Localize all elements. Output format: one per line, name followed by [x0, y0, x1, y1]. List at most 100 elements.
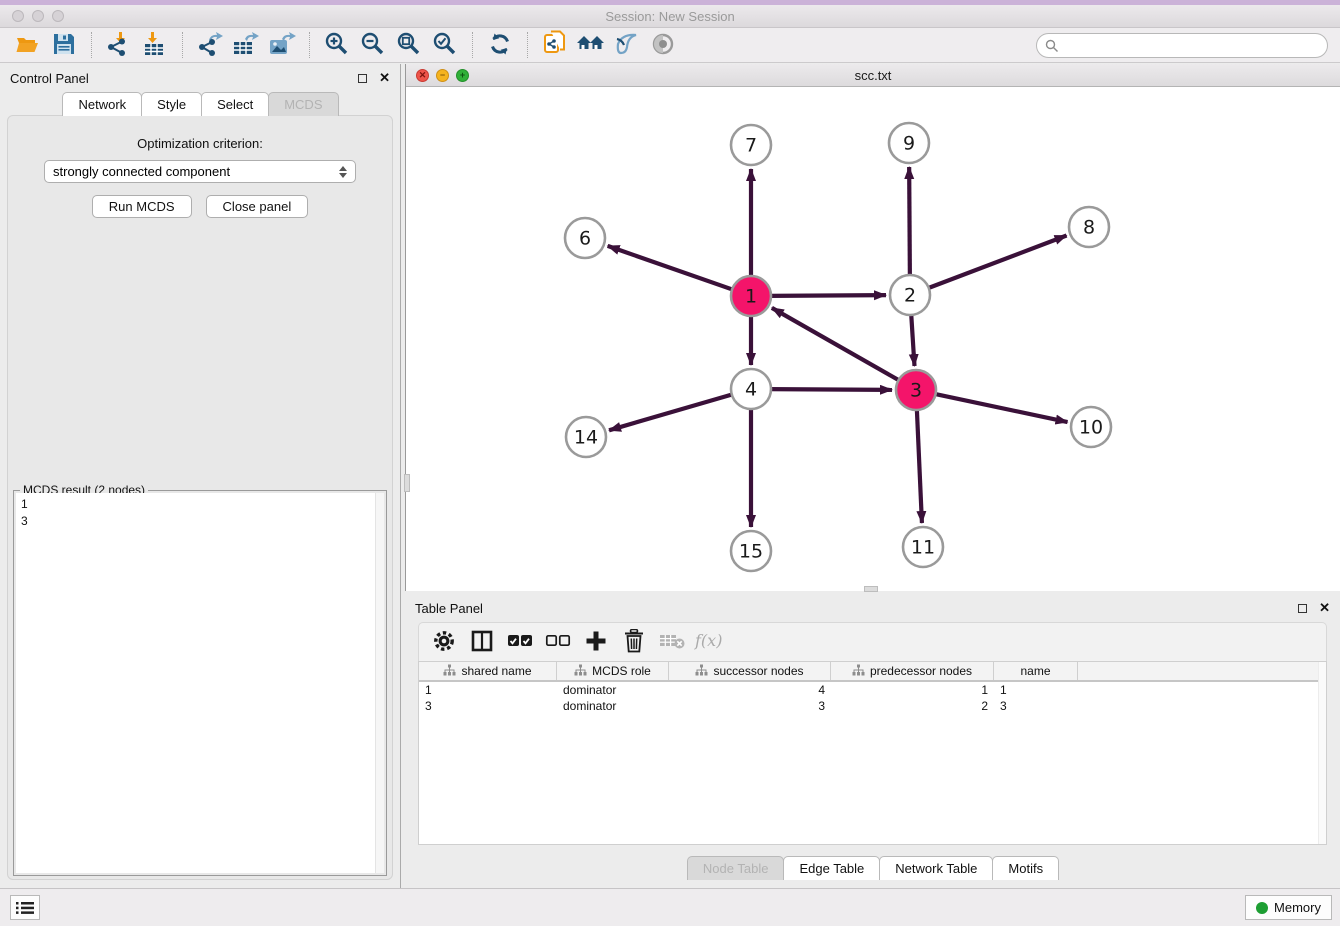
tab-mcds[interactable]: MCDS	[268, 92, 338, 116]
search-icon	[1045, 39, 1059, 53]
memory-button[interactable]: Memory	[1245, 895, 1332, 920]
network-close-button[interactable]: ✕	[416, 69, 429, 82]
tab-node-table[interactable]: Node Table	[687, 856, 785, 880]
edge-3-11[interactable]	[917, 408, 922, 523]
column-label: name	[1020, 664, 1050, 678]
node-15[interactable]: 15	[731, 531, 771, 571]
cell-predecessor-nodes[interactable]: 1	[831, 682, 994, 698]
cell-name[interactable]: 1	[994, 682, 1078, 698]
cell-shared-name[interactable]: 3	[419, 698, 557, 714]
node-14[interactable]: 14	[566, 417, 606, 457]
cell-successor-nodes[interactable]: 3	[669, 698, 831, 714]
node-2[interactable]: 2	[890, 275, 930, 315]
save-session-button[interactable]	[46, 30, 82, 60]
deselect-all-button[interactable]	[541, 627, 575, 657]
edge-4-3[interactable]	[769, 389, 892, 390]
mcds-result-text[interactable]: 1 3	[16, 493, 384, 873]
create-column-button[interactable]	[579, 627, 613, 657]
unchecked-boxes-icon	[545, 634, 571, 651]
search-box[interactable]	[1036, 33, 1328, 58]
export-network-button[interactable]	[192, 30, 228, 60]
zoom-fit-button[interactable]	[391, 30, 427, 60]
cell-MCDS-role[interactable]: dominator	[557, 698, 669, 714]
import-network-button[interactable]	[101, 30, 137, 60]
export-table-button[interactable]	[228, 30, 264, 60]
network-minimize-button[interactable]: −	[436, 69, 449, 82]
export-image-button[interactable]	[264, 30, 300, 60]
float-panel-icon[interactable]	[358, 74, 367, 83]
node-table: shared name MCDS role successor nodesprede…	[418, 661, 1327, 845]
edge-2-9[interactable]	[909, 167, 910, 277]
column-header-shared-name[interactable]: shared name	[419, 662, 557, 680]
tab-network[interactable]: Network	[62, 92, 142, 116]
zoom-out-button[interactable]	[355, 30, 391, 60]
result-scrollbar[interactable]	[375, 493, 384, 873]
open-session-button[interactable]	[10, 30, 46, 60]
splitter-grip[interactable]	[404, 474, 410, 492]
cell-MCDS-role[interactable]: dominator	[557, 682, 669, 698]
column-label: MCDS role	[592, 664, 651, 678]
vizmap-icon	[614, 31, 640, 60]
edge-3-1[interactable]	[772, 308, 901, 381]
cell-successor-nodes[interactable]: 4	[669, 682, 831, 698]
column-tree-icon	[574, 664, 587, 679]
node-10[interactable]: 10	[1071, 407, 1111, 447]
tab-style[interactable]: Style	[141, 92, 202, 116]
select-all-button[interactable]	[503, 627, 537, 657]
cell-shared-name[interactable]: 1	[419, 682, 557, 698]
close-panel-icon[interactable]: ✕	[379, 70, 390, 86]
delete-column-button[interactable]	[617, 627, 651, 657]
zoom-in-button[interactable]	[319, 30, 355, 60]
table-settings-button[interactable]	[427, 627, 461, 657]
node-8[interactable]: 8	[1069, 207, 1109, 247]
cell-predecessor-nodes[interactable]: 2	[831, 698, 994, 714]
edge-2-8[interactable]	[927, 236, 1067, 289]
home-button[interactable]	[573, 30, 609, 60]
home-icon	[576, 32, 606, 59]
edge-1-6[interactable]	[608, 246, 734, 290]
toolbar-separator	[472, 32, 473, 58]
node-11[interactable]: 11	[903, 527, 943, 567]
tab-network-table[interactable]: Network Table	[879, 856, 993, 880]
node-7[interactable]: 7	[731, 125, 771, 165]
node-6[interactable]: 6	[565, 218, 605, 258]
column-header-MCDS-role[interactable]: MCDS role	[557, 662, 669, 680]
apply-layout-button[interactable]	[482, 30, 518, 60]
column-header-successor-nodes[interactable]: successor nodes	[669, 662, 831, 680]
task-history-button[interactable]	[10, 895, 40, 920]
close-panel-button[interactable]: Close panel	[206, 195, 309, 218]
column-header-predecessor-nodes[interactable]: predecessor nodes	[831, 662, 994, 680]
node-4[interactable]: 4	[731, 369, 771, 409]
node-3[interactable]: 3	[896, 370, 936, 410]
edge-4-14[interactable]	[609, 394, 734, 430]
table-close-panel-icon[interactable]: ✕	[1319, 600, 1330, 616]
vizmapper-button[interactable]	[609, 30, 645, 60]
edge-1-2[interactable]	[769, 295, 886, 296]
run-mcds-button[interactable]: Run MCDS	[92, 195, 192, 218]
node-1[interactable]: 1	[731, 276, 771, 316]
search-input[interactable]	[1064, 38, 1319, 53]
criterion-select[interactable]: strongly connected component	[44, 160, 356, 183]
tab-select[interactable]: Select	[201, 92, 269, 116]
network-maximize-button[interactable]: +	[456, 69, 469, 82]
criterion-selected-value: strongly connected component	[53, 164, 339, 179]
zoom-out-icon	[360, 31, 386, 60]
show-hide-button[interactable]	[645, 30, 681, 60]
network-canvas[interactable]: 7 9 6 8 1 2 4 3 14 10 15 11	[406, 87, 1340, 590]
cell-name[interactable]: 3	[994, 698, 1078, 714]
table-float-panel-icon[interactable]	[1298, 604, 1307, 613]
import-table-button[interactable]	[137, 30, 173, 60]
table-scrollbar[interactable]	[1318, 662, 1326, 844]
zoom-selected-button[interactable]	[427, 30, 463, 60]
tab-motifs[interactable]: Motifs	[992, 856, 1059, 880]
column-panel-button[interactable]	[465, 627, 499, 657]
clone-network-button[interactable]	[537, 30, 573, 60]
column-header-name[interactable]: name	[994, 662, 1078, 680]
node-9[interactable]: 9	[889, 123, 929, 163]
edge-3-10[interactable]	[934, 394, 1068, 422]
export-image-icon	[268, 31, 296, 60]
edge-2-3[interactable]	[911, 313, 914, 366]
tab-edge-table[interactable]: Edge Table	[783, 856, 880, 880]
horizontal-scroll-grip[interactable]	[864, 586, 878, 592]
network-files-icon	[542, 30, 568, 61]
